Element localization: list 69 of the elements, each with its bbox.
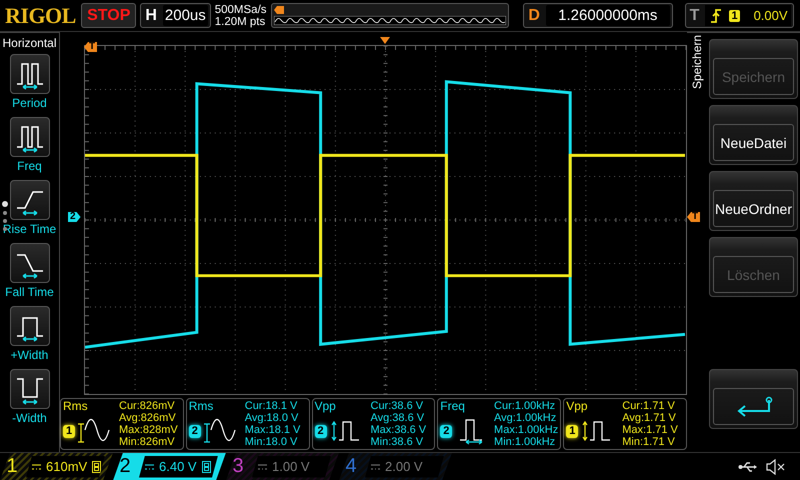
channel-tab[interactable]: 2 6.40 V xyxy=(113,452,226,480)
channel-tab[interactable]: 4 2.00 V xyxy=(339,452,452,480)
measurement-value: Max:1.00kHz xyxy=(494,424,558,436)
page-dot[interactable] xyxy=(2,201,8,207)
channel-offset-marker: 2 xyxy=(68,212,81,222)
channel-badge: 2 xyxy=(314,424,327,438)
measurement-value: Min:1.71 V xyxy=(622,436,676,448)
measurement-value: Max:18.1 V xyxy=(244,424,300,436)
dc-coupling-icon xyxy=(371,464,380,470)
measurement-value: Avg:38.6 V xyxy=(370,412,426,424)
measurement-value: Min:38.6 V xyxy=(370,436,424,448)
channel-badge: 1 xyxy=(63,424,76,438)
channel-badge: 2 xyxy=(440,424,452,438)
measurement-value: Max:828mV xyxy=(119,424,178,436)
page-dot[interactable] xyxy=(3,219,7,223)
rising-edge-icon xyxy=(711,8,722,22)
trigger-position-icon xyxy=(274,6,284,14)
menu-title: Speichern xyxy=(690,35,704,92)
trigger-source: 1 xyxy=(729,10,740,22)
channel-badge: 2 xyxy=(188,424,201,438)
dc-coupling-icon xyxy=(258,464,267,470)
softkey-button[interactable]: NeueOrdner xyxy=(709,171,798,231)
return-button[interactable] xyxy=(709,369,798,429)
memory-depth: 1.20M pts xyxy=(214,16,266,28)
bandwidth-limit-icon xyxy=(92,460,102,472)
wave-overview-icon xyxy=(274,16,506,25)
measurement-value: Cur:18.1 V xyxy=(244,400,298,412)
menu-title: Horizontal xyxy=(2,35,57,52)
measurement-value: Cur:1.71 V xyxy=(622,400,676,412)
channel-badge: 1 xyxy=(566,424,578,438)
delay-label: D xyxy=(528,6,540,24)
measurement-value: Min:18.0 V xyxy=(244,436,298,448)
delay-value: 1.26000000ms xyxy=(546,5,670,26)
measurement-value: Cur:826mV xyxy=(119,400,176,412)
measurement-value: Avg:1.71 V xyxy=(622,412,677,424)
mute-icon xyxy=(766,458,786,474)
channel-tab[interactable]: 3 1.00 V xyxy=(226,452,339,480)
measurement-type: Rms xyxy=(63,400,89,413)
measurement-type: Vpp xyxy=(566,400,589,413)
measurement-value: Max:38.6 V xyxy=(370,424,426,436)
dc-coupling-icon xyxy=(32,464,41,470)
measurement-type: Vpp xyxy=(314,400,337,413)
measurement-value: Cur:1.00kHz xyxy=(494,400,556,412)
run-stop-status[interactable]: STOP xyxy=(81,3,136,28)
measurement-value: Avg:1.00kHz xyxy=(494,412,558,424)
measurement-value: Min:826mV xyxy=(119,436,176,448)
bandwidth-limit-icon xyxy=(202,460,211,472)
measurement-type: Rms xyxy=(188,400,214,413)
sample-rate: 500MSa/s xyxy=(214,4,268,16)
trigger-position-marker: T xyxy=(84,42,98,52)
trigger-label: T xyxy=(690,6,700,24)
dc-coupling-icon xyxy=(145,464,154,470)
measurement-value: Max:1.71 V xyxy=(622,424,678,436)
channel-tab[interactable]: 1 610mV xyxy=(0,452,113,480)
softkey-button[interactable]: NeueDatei xyxy=(709,105,798,165)
measurement-value: Min:1.00kHz xyxy=(494,436,556,448)
measurement-type: Freq xyxy=(440,400,466,413)
measurement-value: Avg:826mV xyxy=(119,412,177,424)
brand-logo: RIGOL xyxy=(5,2,77,28)
trigger-level: 0.00V xyxy=(754,8,788,23)
page-dot[interactable] xyxy=(3,227,7,231)
measurement-value: Avg:18.0 V xyxy=(244,412,300,424)
trigger-point-icon xyxy=(380,37,390,44)
timebase-label: H xyxy=(145,6,157,24)
usb-icon xyxy=(738,462,758,472)
measurement-value: Cur:38.6 V xyxy=(370,400,424,412)
timebase-value: 200us xyxy=(162,5,208,26)
trigger-level-marker: T xyxy=(687,212,700,222)
page-dot[interactable] xyxy=(3,211,7,215)
